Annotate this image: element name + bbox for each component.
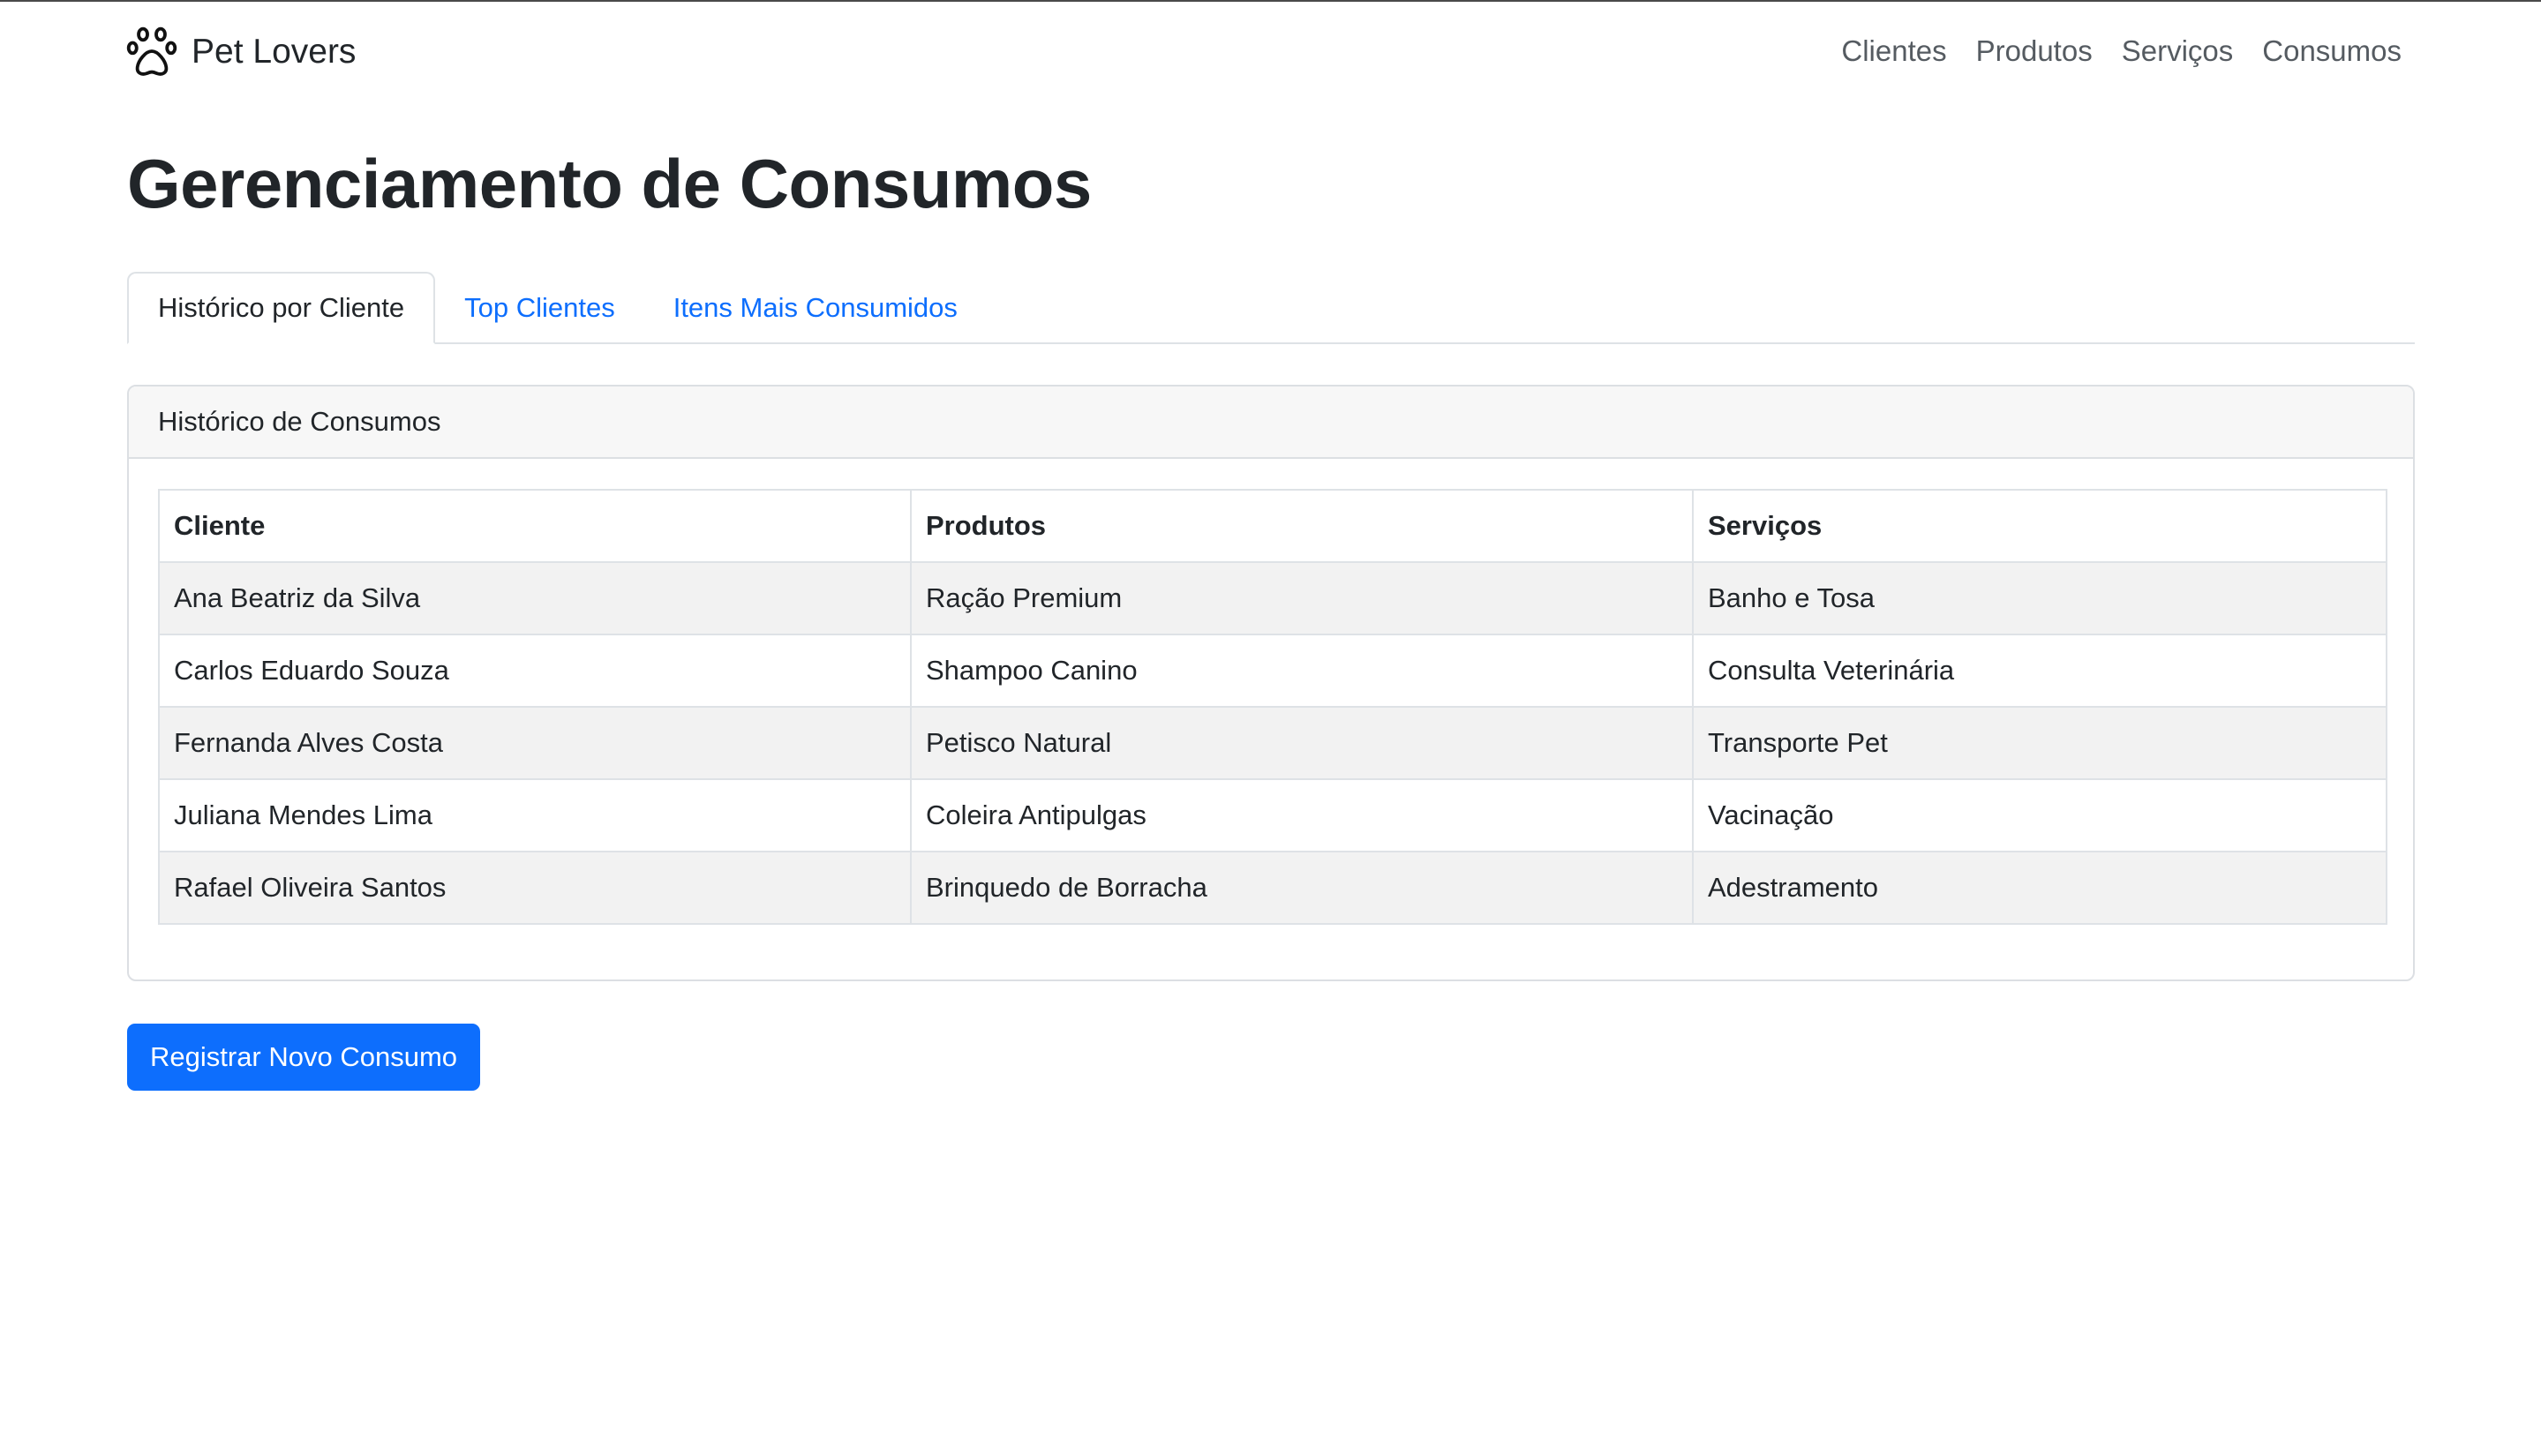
table-wrapper: Cliente Produtos Serviços Ana Beatriz da… [158,489,2387,925]
cell-cliente: Rafael Oliveira Santos [158,851,912,925]
tab-bar: Histórico por Cliente Top Clientes Itens… [127,268,2415,344]
cell-servicos: Consulta Veterinária [1692,634,2387,708]
cell-produtos: Brinquedo de Borracha [910,851,1694,925]
page-title: Gerenciamento de Consumos [127,145,1092,222]
cell-servicos: Banho e Tosa [1692,561,2387,635]
nav-link-produtos[interactable]: Produtos [1976,34,2093,69]
cell-produtos: Petisco Natural [910,706,1694,780]
nav-link-servicos[interactable]: Serviços [2122,34,2234,69]
table-row: Rafael Oliveira Santos Brinquedo de Borr… [158,851,2387,925]
brand-name: Pet Lovers [192,32,357,71]
navbar: Pet Lovers Clientes Produtos Serviços Co… [0,2,2541,99]
brand-link[interactable]: Pet Lovers [126,25,356,78]
column-header-servicos: Serviços [1692,489,2387,563]
cell-produtos: Ração Premium [910,561,1694,635]
cell-produtos: Shampoo Canino [910,634,1694,708]
cell-cliente: Fernanda Alves Costa [158,706,912,780]
column-header-cliente: Cliente [158,489,912,563]
table-row: Carlos Eduardo Souza Shampoo Canino Cons… [158,634,2387,708]
cell-cliente: Ana Beatriz da Silva [158,561,912,635]
cell-servicos: Vacinação [1692,778,2387,852]
table-row: Juliana Mendes Lima Coleira Antipulgas V… [158,778,2387,852]
card-header: Histórico de Consumos [129,387,2413,459]
table-header-row: Cliente Produtos Serviços [158,489,2387,563]
nav-links: Clientes Produtos Serviços Consumos [1841,34,2402,69]
cell-cliente: Carlos Eduardo Souza [158,634,912,708]
tab-top-clientes[interactable]: Top Clientes [435,272,644,344]
cell-cliente: Juliana Mendes Lima [158,778,912,852]
cell-produtos: Coleira Antipulgas [910,778,1694,852]
column-header-produtos: Produtos [910,489,1694,563]
table-row: Fernanda Alves Costa Petisco Natural Tra… [158,706,2387,780]
history-card: Histórico de Consumos Cliente Produtos S… [127,385,2415,981]
tab-itens-mais-consumidos[interactable]: Itens Mais Consumidos [644,272,987,344]
tab-historico-por-cliente[interactable]: Histórico por Cliente [127,272,436,344]
table-row: Ana Beatriz da Silva Ração Premium Banho… [158,561,2387,635]
paw-icon [126,26,177,76]
cell-servicos: Transporte Pet [1692,706,2387,780]
nav-link-consumos[interactable]: Consumos [2262,34,2402,69]
nav-link-clientes[interactable]: Clientes [1841,34,1946,69]
register-consumption-button[interactable]: Registrar Novo Consumo [127,1024,481,1091]
cell-servicos: Adestramento [1692,851,2387,925]
consumption-table: Cliente Produtos Serviços Ana Beatriz da… [158,489,2387,925]
